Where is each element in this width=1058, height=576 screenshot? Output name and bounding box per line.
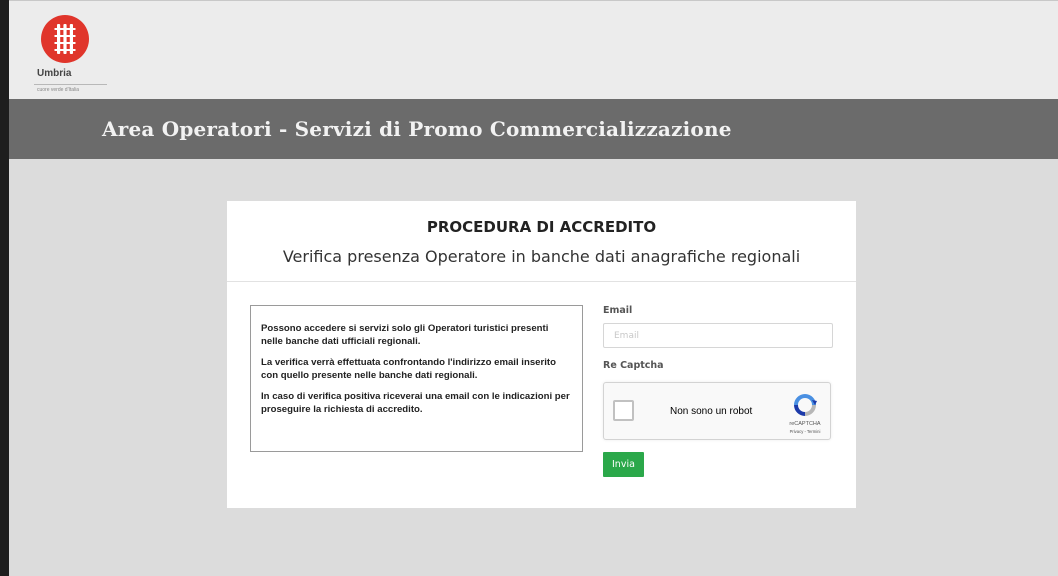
recaptcha-widget: Non sono un robot reCAPTCHA Privacy - Te…	[603, 382, 831, 440]
email-field[interactable]	[603, 323, 833, 348]
site-header: Umbria cuore verde d'Italia	[9, 0, 1058, 99]
submit-button[interactable]: Invia	[603, 452, 644, 477]
info-box: Possono accedere si servizi solo gli Ope…	[250, 305, 583, 452]
email-label: Email	[603, 305, 633, 316]
umbria-logo-icon	[41, 15, 89, 63]
verification-form: Email Re Captcha Non sono un robot reCAP…	[603, 305, 835, 477]
card-title: PROCEDURA DI ACCREDITO	[426, 218, 657, 236]
captcha-label: Re Captcha	[603, 360, 664, 371]
page-title: Area Operatori - Servizi di Promo Commer…	[102, 117, 732, 141]
recaptcha-icon	[794, 394, 817, 416]
recaptcha-terms-link[interactable]: Privacy - Termini	[782, 429, 828, 434]
recaptcha-logo: reCAPTCHA Privacy - Termini	[782, 391, 832, 437]
title-band: Area Operatori - Servizi di Promo Commer…	[9, 99, 1058, 159]
card-divider	[227, 281, 856, 282]
card-subtitle: Verifica presenza Operatore in banche da…	[282, 247, 801, 266]
umbria-logo[interactable]: Umbria cuore verde d'Italia	[34, 15, 120, 95]
logo-divider	[34, 84, 107, 85]
info-paragraph: In caso di verifica positiva riceverai u…	[261, 391, 570, 415]
info-paragraph: Possono accedere si servizi solo gli Ope…	[261, 323, 549, 347]
logo-tagline: cuore verde d'Italia	[37, 87, 80, 93]
recaptcha-brand: reCAPTCHA	[789, 421, 821, 427]
recaptcha-checkbox[interactable]	[613, 400, 634, 421]
logo-name: Umbria	[37, 68, 72, 79]
recaptcha-checkbox-label: Non sono un robot	[670, 406, 753, 417]
info-paragraph: La verifica verrà effettuata confrontand…	[261, 357, 556, 381]
accreditation-card: PROCEDURA DI ACCREDITO Verifica presenza…	[227, 201, 856, 508]
